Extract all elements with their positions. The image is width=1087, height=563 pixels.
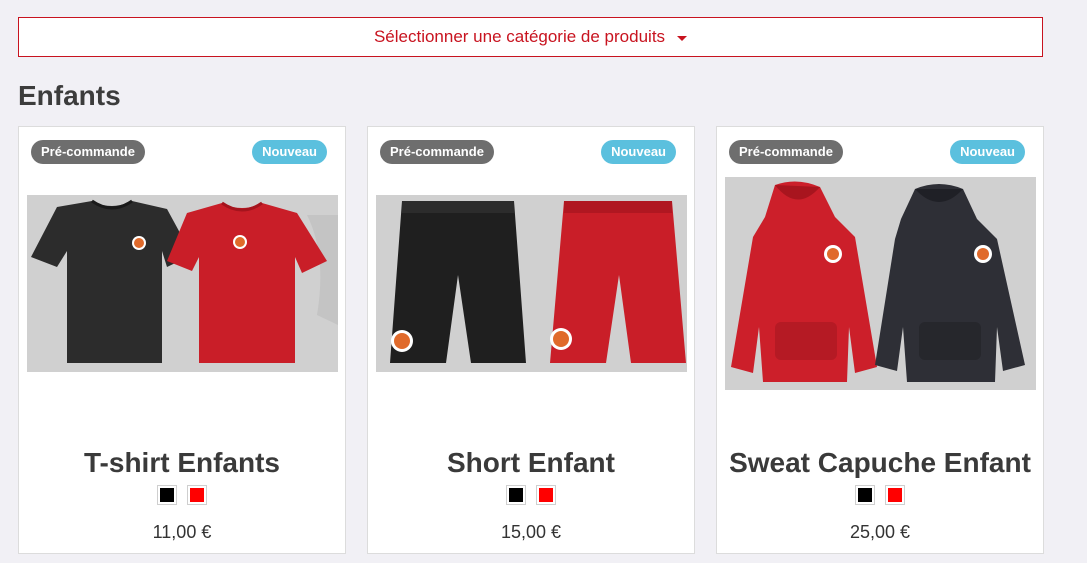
shorts-image[interactable] xyxy=(376,195,687,372)
preorder-badge: Pré-commande xyxy=(31,140,145,164)
product-title[interactable]: Short Enfant xyxy=(368,447,694,479)
swatch-black[interactable] xyxy=(157,485,177,505)
product-title[interactable]: T-shirt Enfants xyxy=(19,447,345,479)
product-title[interactable]: Sweat Capuche Enfant xyxy=(717,447,1043,479)
swatch-black[interactable] xyxy=(855,485,875,505)
swatch-red[interactable] xyxy=(187,485,207,505)
product-card[interactable]: Pré-commande Nouveau Short Enfant 15,00 … xyxy=(367,126,695,554)
category-select-label: Sélectionner une catégorie de produits xyxy=(373,27,666,46)
caret-down-icon xyxy=(677,35,688,41)
hoodie-illustration xyxy=(725,177,1036,390)
product-card[interactable]: Pré-commande Nouveau T-shirt Enfants 11,… xyxy=(18,126,346,554)
shorts-illustration xyxy=(376,195,687,372)
hoodie-image[interactable] xyxy=(725,177,1036,390)
product-card[interactable]: Pré-commande Nouveau Sweat Capuche Enfan… xyxy=(716,126,1044,554)
tshirt-illustration xyxy=(27,195,338,372)
tshirt-image[interactable] xyxy=(27,195,338,372)
product-price: 15,00 € xyxy=(500,522,562,542)
new-badge: Nouveau xyxy=(950,140,1025,164)
color-swatches xyxy=(368,485,694,505)
category-select[interactable]: Sélectionner une catégorie de produits xyxy=(18,17,1043,57)
preorder-badge: Pré-commande xyxy=(729,140,843,164)
preorder-badge: Pré-commande xyxy=(380,140,494,164)
product-price: 25,00 € xyxy=(849,522,911,542)
product-price: 11,00 € xyxy=(152,522,212,542)
color-swatches xyxy=(717,485,1043,505)
new-badge: Nouveau xyxy=(601,140,676,164)
swatch-red[interactable] xyxy=(536,485,556,505)
swatch-red[interactable] xyxy=(885,485,905,505)
section-title: Enfants xyxy=(18,80,121,111)
color-swatches xyxy=(19,485,345,505)
new-badge: Nouveau xyxy=(252,140,327,164)
swatch-black[interactable] xyxy=(506,485,526,505)
